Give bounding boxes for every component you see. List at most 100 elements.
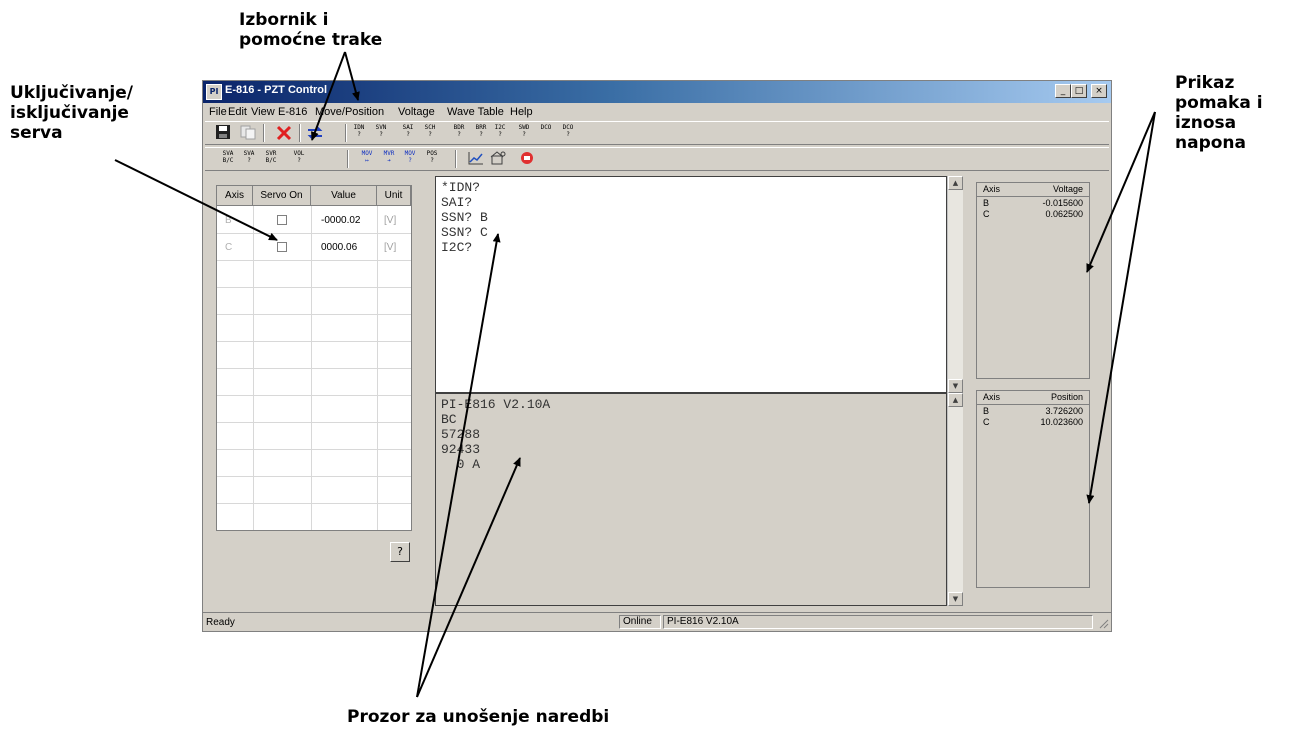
menu-e816[interactable]: E-816 [278,106,307,118]
command-input-area[interactable]: *IDN? SAI? SSN? B SSN? C I2C? [435,176,947,393]
copy-icon[interactable] [239,124,257,142]
command-output-area: PI-E816 V2.10A BC 57288 92433 0 A [435,393,947,606]
menu-view[interactable]: View [251,106,275,118]
mvr-button[interactable]: MVR ➔ [380,150,398,168]
command-input-scrollbar[interactable]: ▲ ▼ [947,176,963,393]
axis-b-value: -0000.02 [321,215,361,226]
servo-on-checkbox-b[interactable] [277,215,287,225]
menu-help[interactable]: Help [510,106,533,118]
toolbar-separator [455,150,457,168]
toolbar-separator [263,124,265,142]
position-axis-c: C [983,417,990,427]
dco-query-button[interactable]: DCO ? [559,124,577,142]
grid-line [217,476,411,477]
toolbar-separator [345,124,347,142]
title-bar: PI E-816 - PZT Control _ □ × [203,81,1111,103]
voltage-value-c: 0.062500 [1045,209,1083,219]
voltage-value-b: -0.015600 [1042,198,1083,208]
graph-icon[interactable] [467,150,485,168]
command-line: *IDN? [441,180,481,195]
axes-grid: Axis Servo On Value Unit B -0000.02 [V] … [216,185,412,531]
servo-on-checkbox-c[interactable] [277,242,287,252]
position-value-b: 3.726200 [1045,406,1083,416]
scroll-down-arrow-icon[interactable]: ▼ [948,592,963,606]
grid-line [217,503,411,504]
scroll-up-arrow-icon[interactable]: ▲ [948,176,963,190]
menu-bar: File Edit View E-816 Move/Position Volta… [203,103,1111,121]
delete-icon[interactable] [275,124,293,142]
voltage-axis-c: C [983,209,990,219]
help-button[interactable]: ? [390,542,410,562]
output-line: 57288 [441,427,481,442]
swd-query-button[interactable]: SWD ? [515,124,533,142]
grid-header-servo-on[interactable]: Servo On [253,186,311,206]
command-line: SSN? B [441,210,488,225]
grid-header-value[interactable]: Value [311,186,377,206]
grid-line [217,341,411,342]
sva-query-button[interactable]: SVA ? [240,150,258,168]
axis-c-label: C [225,242,233,253]
scroll-down-arrow-icon[interactable]: ▼ [948,379,963,393]
position-panel-header: Axis Position [977,391,1089,405]
grid-line [217,449,411,450]
output-line: BC [441,412,457,427]
grid-line [217,287,411,288]
svn-query-button[interactable]: SVN ? [372,124,390,142]
save-icon[interactable] [215,124,231,142]
brr-query-button[interactable]: BRR ? [472,124,490,142]
resize-grip-icon[interactable] [1097,617,1109,629]
toolbar-main: IDN ? SVN ? SAI ? SCH ? BDR ? BRR ? I2C … [205,121,1109,145]
command-output-scrollbar[interactable]: ▲ ▼ [947,393,963,606]
axis-b-label: B [225,215,232,226]
menu-edit[interactable]: Edit [228,106,247,118]
grid-line [217,395,411,396]
sva-set-button[interactable]: SVA B/C [219,150,237,168]
maximize-button[interactable]: □ [1071,84,1087,98]
command-line: SSN? C [441,225,488,240]
grid-line [217,260,411,261]
idn-query-button[interactable]: IDN ? [350,124,368,142]
pos-query-button[interactable]: POS ? [423,150,441,168]
annotation-display: Prikaz pomaka i iznosa napona [1175,73,1263,153]
voltage-panel-header: Axis Voltage [977,183,1089,197]
grid-header-unit[interactable]: Unit [377,186,411,206]
grid-header-axis[interactable]: Axis [217,186,253,206]
voltage-panel: Axis Voltage B -0.015600 C 0.062500 [976,182,1090,379]
voltage-header-voltage: Voltage [1052,184,1083,194]
vol-query-button[interactable]: VOL ? [290,150,308,168]
status-connection: Online [619,615,661,629]
menu-file[interactable]: File [209,106,227,118]
annotation-command-window: Prozor za unošenje naredbi [347,707,610,727]
status-ready: Ready [206,617,235,628]
svr-set-button[interactable]: SVR B/C [262,150,280,168]
menu-move-position[interactable]: Move/Position [315,106,384,118]
output-line: 92433 [441,442,481,457]
i2c-query-button[interactable]: I2C ? [491,124,509,142]
voltage-axis-b: B [983,198,990,208]
grid-line [217,422,411,423]
stop-icon[interactable] [518,150,536,168]
app-window: PI E-816 - PZT Control _ □ × File Edit V… [202,80,1112,632]
toolbar-separator [299,124,301,142]
connect-icon[interactable] [306,124,324,142]
minimize-button[interactable]: _ [1055,84,1071,98]
settings-icon[interactable] [489,150,507,168]
mov-query-button[interactable]: MOV ? [401,150,419,168]
scroll-up-arrow-icon[interactable]: ▲ [948,393,963,407]
menu-voltage[interactable]: Voltage [398,106,435,118]
toolbar-motion: SVA B/C SVA ? SVR B/C VOL ? MOV ↦ MVR ➔ … [205,147,1109,171]
annotation-menu-toolbars: Izbornik i pomoćne trake [239,10,383,50]
menu-wave-table[interactable]: Wave Table [447,106,504,118]
sai-query-button[interactable]: SAI ? [399,124,417,142]
bdr-query-button[interactable]: BDR ? [450,124,468,142]
position-header-axis: Axis [983,392,1001,402]
close-button[interactable]: × [1091,84,1107,98]
dco-button[interactable]: DCO [537,124,555,142]
mov-button[interactable]: MOV ↦ [358,150,376,168]
position-value-c: 10.023600 [1040,417,1083,427]
toolbar-separator [347,150,349,168]
position-axis-b: B [983,406,990,416]
axis-c-value: 0000.06 [321,242,358,253]
sch-query-button[interactable]: SCH ? [421,124,439,142]
output-line: 0 A [441,457,481,472]
